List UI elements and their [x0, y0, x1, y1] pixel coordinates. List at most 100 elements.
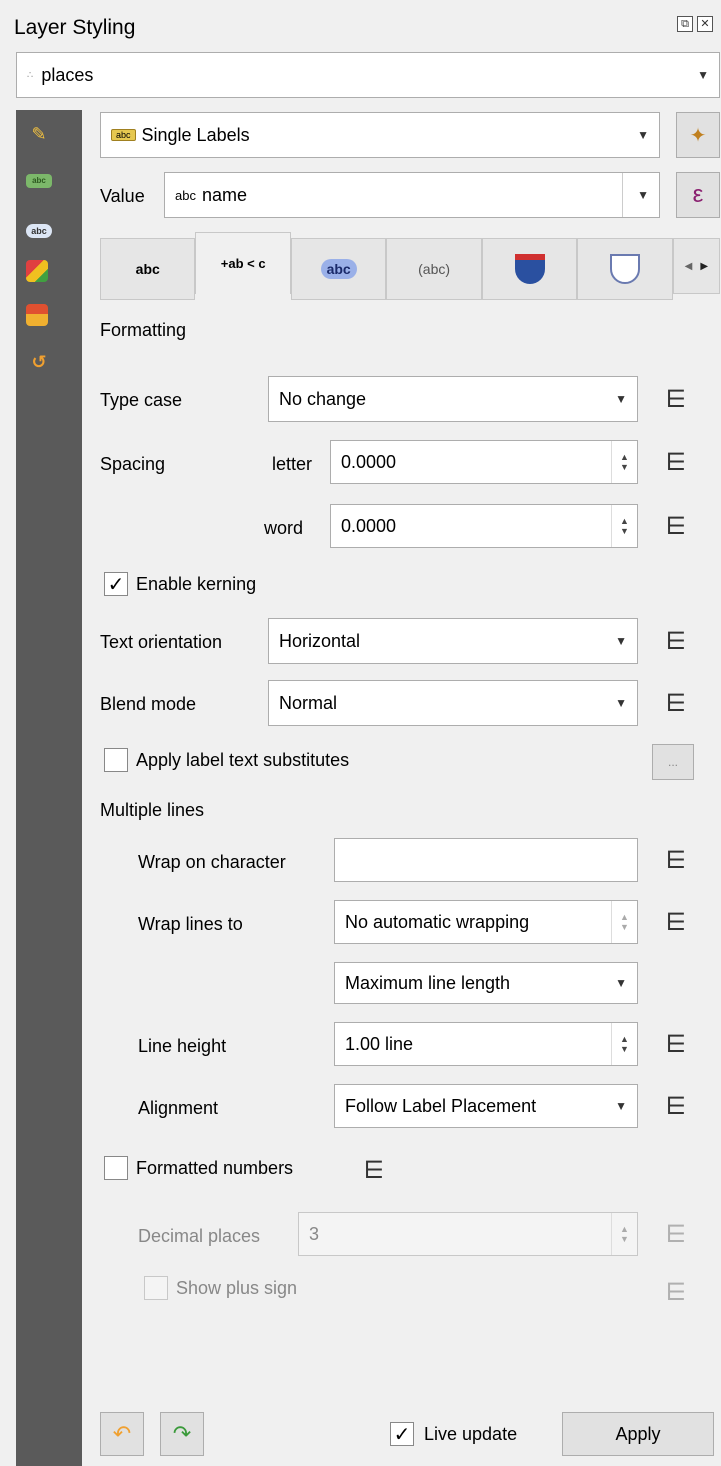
label-field-selector[interactable]: abc name ▼	[164, 172, 660, 218]
wrap-lines-label: Wrap lines to	[138, 914, 243, 934]
redo-button[interactable]: ↷	[160, 1412, 204, 1456]
data-defined-override-icon[interactable]: ⋿	[652, 1088, 700, 1124]
style-sidebar: ✎ abc abc ↺	[16, 110, 82, 1466]
diagrams-icon[interactable]	[26, 304, 48, 326]
data-defined-override-icon[interactable]: ⋿	[652, 842, 700, 878]
tab-buffer[interactable]: abc	[290, 238, 387, 300]
alignment-select[interactable]: Follow Label Placement ▼	[334, 1084, 638, 1128]
expression-button[interactable]: ε	[676, 172, 720, 218]
data-defined-override-icon[interactable]: ⋿	[652, 623, 700, 659]
data-defined-override-icon[interactable]: ⋿	[652, 1216, 700, 1252]
formatted-numbers-label: Formatted numbers	[136, 1158, 294, 1178]
chevron-right-icon[interactable]: ▶	[700, 261, 708, 272]
label-field-value: name	[201, 184, 247, 205]
value-label: Value	[100, 186, 145, 206]
masks-icon[interactable]: abc	[26, 224, 52, 238]
3d-view-icon[interactable]	[26, 260, 48, 282]
section-formatting: Formatting	[100, 320, 187, 340]
wrap-lines-input[interactable]: No automatic wrapping ▲ ▼	[334, 900, 638, 944]
chevron-down-icon: ▼	[615, 1099, 627, 1113]
data-defined-override-icon[interactable]: ⋿	[652, 381, 700, 417]
formatting-tab-icon: +ab < c	[220, 256, 266, 271]
decimal-places-label: Decimal places	[138, 1226, 261, 1246]
spin-arrows-icon[interactable]: ▲ ▼	[611, 1213, 637, 1255]
tab-background[interactable]	[481, 238, 578, 300]
formatted-numbers-checkbox[interactable]	[104, 1156, 128, 1180]
chevron-left-icon[interactable]: ◀	[685, 261, 693, 272]
panel-title: Layer Styling	[14, 16, 136, 39]
blend-mode-label: Blend mode	[100, 694, 197, 714]
data-defined-override-icon[interactable]: ⋿	[652, 508, 700, 544]
blend-mode-select[interactable]: Normal ▼	[268, 680, 638, 726]
wrap-character-input[interactable]	[334, 838, 638, 882]
type-case-label: Type case	[100, 390, 183, 410]
chevron-down-icon: ▼	[615, 976, 627, 990]
checkmark-icon: ✓	[107, 573, 125, 596]
decimal-places-input[interactable]: 3 ▲ ▼	[298, 1212, 638, 1256]
enable-kerning-label: Enable kerning	[136, 574, 257, 594]
labels-icon: abc	[111, 129, 136, 141]
text-tab-icon: abc	[135, 261, 160, 277]
redo-icon: ↷	[172, 1421, 192, 1446]
letter-spacing-input[interactable]: 0.0000 ▲ ▼	[330, 440, 638, 484]
chevron-down-icon: ▼	[615, 634, 627, 648]
data-defined-override-icon[interactable]: ⋿	[350, 1152, 398, 1188]
wrap-lines-value: No automatic wrapping	[345, 911, 530, 932]
apply-button[interactable]: Apply	[562, 1412, 714, 1456]
letter-spacing-value: 0.0000	[341, 451, 397, 472]
tab-scroll-buttons[interactable]: ◀ ▶	[672, 238, 720, 294]
undo-button[interactable]: ↶	[100, 1412, 144, 1456]
rule-settings-button[interactable]: ✦	[676, 112, 720, 158]
spin-arrows-icon[interactable]: ▲ ▼	[611, 1023, 637, 1065]
word-spacing-label: word	[264, 518, 304, 538]
window-buttons: ⧉ ✕	[677, 16, 713, 32]
apply-substitutes-label: Apply label text substitutes	[136, 750, 350, 770]
data-defined-override-icon[interactable]: ⋿	[652, 1026, 700, 1062]
label-mode-value: Single Labels	[141, 124, 250, 145]
enable-kerning-checkbox[interactable]: ✓	[104, 572, 128, 596]
word-spacing-input[interactable]: 0.0000 ▲ ▼	[330, 504, 638, 548]
data-defined-override-icon[interactable]: ⋿	[652, 904, 700, 940]
line-height-value: 1.00 line	[345, 1033, 414, 1054]
labels-icon[interactable]: abc	[26, 174, 52, 188]
tab-shadow[interactable]	[577, 238, 673, 300]
tab-text[interactable]: abc	[100, 238, 196, 300]
chevron-down-icon: ▼	[615, 392, 627, 406]
data-defined-override-icon[interactable]: ⋿	[652, 444, 700, 480]
data-defined-override-icon[interactable]: ⋿	[652, 1274, 700, 1310]
label-tab-bar: abc +ab < c abc (abc) ◀ ▶	[100, 232, 720, 300]
label-mode-selector[interactable]: abc Single Labels ▼	[100, 112, 660, 158]
float-panel-icon[interactable]: ⧉	[677, 16, 693, 32]
layer-selector[interactable]: ∴ places ▼	[16, 52, 720, 98]
shadow-tab-icon	[609, 254, 640, 284]
data-defined-override-icon[interactable]: ⋿	[652, 685, 700, 721]
letter-spacing-label: letter	[272, 454, 313, 474]
tab-formatting[interactable]: +ab < c	[195, 232, 291, 294]
tab-mask[interactable]: (abc)	[386, 238, 482, 300]
type-case-select[interactable]: No change ▼	[268, 376, 638, 422]
chevron-down-icon: ▼	[622, 173, 649, 217]
text-orientation-select[interactable]: Horizontal ▼	[268, 618, 638, 664]
substitutes-settings-button[interactable]: ...	[652, 744, 694, 780]
live-update-checkbox[interactable]: ✓	[390, 1422, 414, 1446]
history-icon[interactable]: ↺	[26, 350, 52, 374]
gear-icon: ✦	[689, 124, 707, 147]
apply-substitutes-checkbox[interactable]	[104, 748, 128, 772]
line-height-input[interactable]: 1.00 line ▲ ▼	[334, 1022, 638, 1066]
text-orientation-label: Text orientation	[100, 632, 223, 652]
spin-arrows-icon[interactable]: ▲ ▼	[611, 441, 637, 483]
spin-arrows-icon[interactable]: ▲ ▼	[611, 505, 637, 547]
chevron-down-icon: ▼	[697, 68, 709, 82]
line-length-mode-value: Maximum line length	[345, 972, 511, 993]
paintbrush-icon[interactable]: ✎	[26, 122, 52, 146]
close-panel-icon[interactable]: ✕	[697, 16, 713, 32]
alignment-value: Follow Label Placement	[345, 1095, 537, 1116]
line-height-label: Line height	[138, 1036, 227, 1056]
show-plus-sign-checkbox[interactable]	[144, 1276, 168, 1300]
layer-name: places	[41, 64, 94, 85]
spin-arrows-icon[interactable]: ▲ ▼	[611, 901, 637, 943]
word-spacing-value: 0.0000	[341, 515, 397, 536]
decimal-places-value: 3	[309, 1223, 320, 1244]
line-length-mode-select[interactable]: Maximum line length ▼	[334, 962, 638, 1004]
spacing-label: Spacing	[100, 454, 166, 474]
